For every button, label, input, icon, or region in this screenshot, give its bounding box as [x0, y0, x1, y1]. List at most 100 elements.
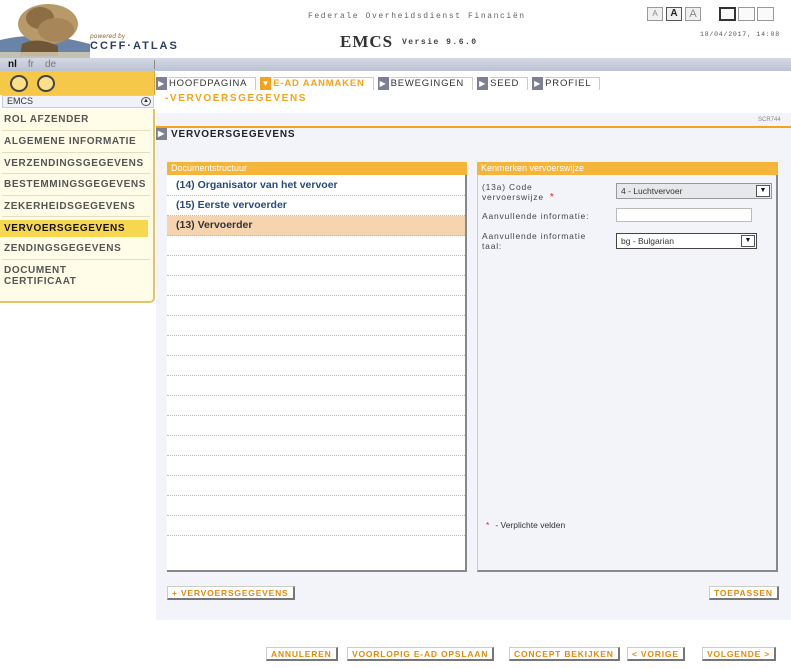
timestamp: 18/04/2017, 14:08: [700, 31, 780, 38]
tree-empty-row: [167, 516, 465, 536]
divider: [2, 195, 150, 196]
next-button[interactable]: VOLGENDE >: [702, 647, 777, 661]
layout-medium-icon[interactable]: [738, 7, 755, 21]
tab-label: PROFIEL: [545, 77, 601, 90]
collapse-icon[interactable]: ▲: [141, 97, 151, 106]
tree-item-vervoerder[interactable]: (13) Vervoerder: [167, 216, 465, 236]
tab-label: BEWEGINGEN: [390, 77, 474, 90]
transport-code-value: 4 - Luchtvervoer: [621, 186, 683, 196]
language-bar: [0, 58, 791, 71]
breadcrumb: -VERVOERSGEGEVENS: [165, 93, 308, 104]
extra-info-language-value: bg - Bulgarian: [621, 236, 674, 246]
document-structure-panel: Documentstructuur (14) Organisator van h…: [167, 162, 467, 572]
tree-empty-row: [167, 256, 465, 276]
lang-fr-link[interactable]: fr: [28, 59, 34, 70]
tab-label: E-AD AANMAKEN: [273, 77, 374, 90]
cancel-button[interactable]: ANNULEREN: [266, 647, 338, 661]
tree-item-label: (13) Vervoerder: [176, 219, 253, 231]
divider: [2, 259, 150, 260]
chevron-down-icon[interactable]: ▼: [756, 185, 770, 197]
divider: [2, 173, 150, 174]
page-title-label: VERVOERSGEGEVENS: [171, 128, 296, 140]
chevron-down-icon: ▼: [260, 77, 272, 90]
help-person-icon[interactable]: [37, 75, 55, 92]
sidebar-menu: ROL AFZENDER ALGEMENE INFORMATIE VERZEND…: [0, 109, 155, 303]
tree-empty-row: [167, 396, 465, 416]
tree-empty-row: [167, 376, 465, 396]
font-size-medium-button[interactable]: A: [666, 7, 682, 21]
tree-empty-row: [167, 296, 465, 316]
transport-code-label: (13a) Code vervoerswijze *: [482, 182, 555, 203]
layout-switcher: [719, 7, 774, 21]
save-draft-button[interactable]: VOORLOPIG E-AD OPSLAAN: [347, 647, 495, 661]
extra-info-language-select[interactable]: bg - Bulgarian ▼: [616, 233, 757, 249]
sidebar-heading: EMCS ▲: [2, 95, 154, 108]
extra-info-label: Aanvullende informatie:: [482, 211, 590, 221]
tree-empty-row: [167, 276, 465, 296]
tree-empty-row: [167, 476, 465, 496]
apply-button[interactable]: TOEPASSEN: [709, 586, 779, 600]
page-title: ▶ VERVOERSGEGEVENS: [156, 128, 295, 140]
tree-item-eerste-vervoerder[interactable]: (15) Eerste vervoerder: [167, 196, 465, 216]
book-icon[interactable]: [10, 75, 28, 92]
tree-empty-row: [167, 416, 465, 436]
screen-id: SCR744: [758, 117, 781, 123]
language-bar-divider: [154, 60, 155, 69]
panel-title: Kenmerken vervoerswijze: [477, 162, 778, 175]
tab-profiel[interactable]: ▶ PROFIEL: [532, 76, 601, 91]
chevron-right-icon: ▶: [377, 77, 389, 90]
divider: [2, 216, 150, 217]
required-fields-note: * - Verplichte velden: [486, 520, 565, 530]
tree-empty-row: [167, 336, 465, 356]
required-fields-text: - Verplichte velden: [495, 520, 566, 530]
sidebar-item-zekerheidsgegevens[interactable]: ZEKERHEIDSGEGEVENS: [4, 201, 154, 212]
tree-item-label: (14) Organisator van het vervoer: [176, 179, 338, 191]
add-transport-button[interactable]: + VERVOERSGEGEVENS: [167, 586, 295, 600]
tree-item-organisator[interactable]: (14) Organisator van het vervoer: [167, 176, 465, 196]
sidebar-item-verzendingsgegevens[interactable]: VERZENDINGSGEGEVENS: [4, 158, 154, 169]
sidebar-item-zendingsgegevens[interactable]: ZENDINGSGEGEVENS: [4, 243, 154, 254]
sidebar-heading-label: EMCS: [7, 96, 34, 106]
lang-nl-link[interactable]: nl: [8, 59, 17, 70]
transport-code-label-line1: (13a) Code: [482, 182, 533, 192]
transport-code-select[interactable]: 4 - Luchtvervoer ▼: [616, 183, 772, 199]
divider: [2, 130, 150, 131]
tree-empty-row: [167, 456, 465, 476]
tree-empty-row: [167, 236, 465, 256]
header: powered by CCFF·ATLAS Federale Overheids…: [0, 0, 791, 60]
lang-de-link[interactable]: de: [45, 59, 56, 70]
sidebar-item-algemene-informatie[interactable]: ALGEMENE INFORMATIE: [4, 136, 154, 147]
chevron-right-icon: ▶: [477, 77, 489, 90]
tree-item-label: (15) Eerste vervoerder: [176, 199, 287, 211]
layout-wide-icon[interactable]: [757, 7, 774, 21]
extra-info-language-label-line2: taal:: [482, 241, 503, 251]
chevron-down-icon[interactable]: ▼: [741, 235, 755, 247]
language-switcher: nl fr de: [8, 59, 56, 70]
tab-seed[interactable]: ▶ SEED: [477, 76, 529, 91]
tab-label: HOOFDPAGINA: [169, 77, 257, 90]
font-size-large-button[interactable]: A: [685, 7, 701, 21]
sidebar-item-rol-afzender[interactable]: ROL AFZENDER: [4, 114, 154, 125]
transport-code-label-line2: vervoerswijze: [482, 192, 544, 202]
tab-hoofdpagina[interactable]: ▶ HOOFDPAGINA: [156, 76, 257, 91]
font-size-small-button[interactable]: A: [647, 7, 663, 21]
tree-empty-row: [167, 356, 465, 376]
sidebar-item-bestemmingsgegevens[interactable]: BESTEMMINGSGEGEVENS: [4, 179, 154, 190]
view-concept-button[interactable]: CONCEPT BEKIJKEN: [509, 647, 620, 661]
transport-mode-panel: Kenmerken vervoerswijze (13a) Code vervo…: [477, 162, 778, 572]
layout-narrow-icon[interactable]: [719, 7, 736, 21]
app-title: EMCS: [340, 32, 394, 51]
tab-e-ad-aanmaken[interactable]: ▼ E-AD AANMAKEN: [260, 76, 374, 91]
previous-button[interactable]: < VORIGE: [627, 647, 685, 661]
sidebar-item-vervoersgegevens[interactable]: VERVOERSGEGEVENS: [0, 220, 148, 237]
chevron-right-icon: ▶: [156, 128, 167, 140]
brand-name: CCFF·ATLAS: [90, 40, 179, 52]
tree-empty-row: [167, 496, 465, 516]
app-version: Versie 9.6.0: [402, 38, 478, 47]
extra-info-input[interactable]: [616, 208, 752, 222]
font-size-switcher: A A A: [647, 7, 701, 21]
chevron-right-icon: ▶: [532, 77, 544, 90]
tab-bewegingen[interactable]: ▶ BEWEGINGEN: [377, 76, 474, 91]
tree-empty-row: [167, 436, 465, 456]
sidebar-item-document-certificaat[interactable]: DOCUMENT CERTIFICAAT: [4, 265, 94, 287]
